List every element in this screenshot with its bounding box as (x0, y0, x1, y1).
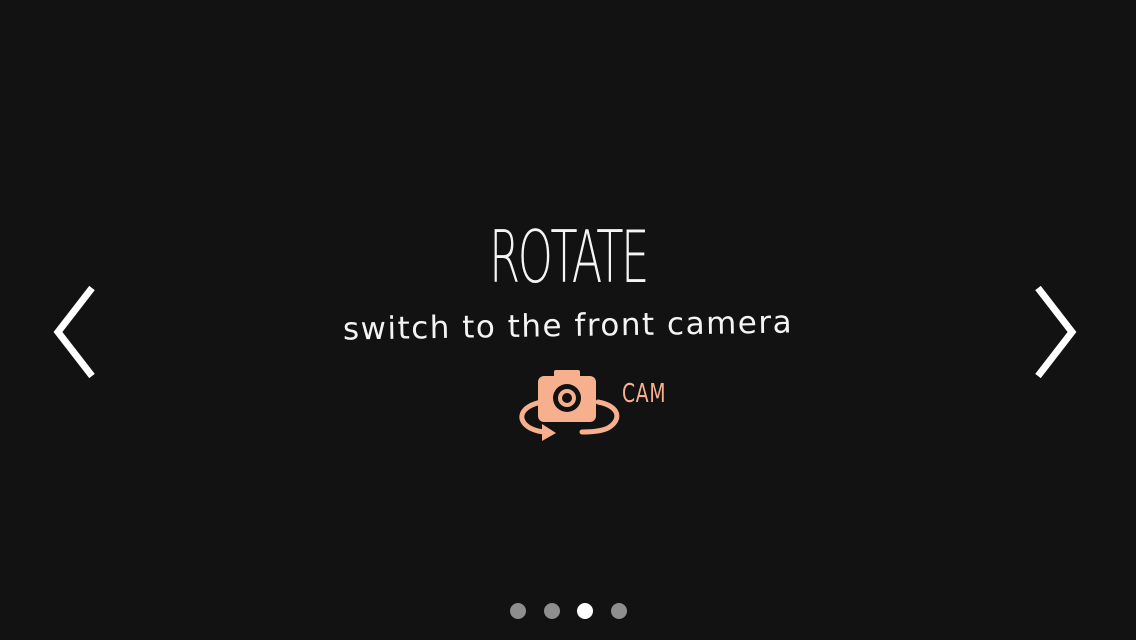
page-dot-3[interactable] (577, 603, 593, 619)
cam-label: CAM (622, 379, 667, 409)
slide-title: ROTATE (489, 215, 649, 299)
slide-subtitle: switch to the front camera (342, 304, 794, 348)
page-indicator (508, 603, 638, 621)
page-dot-4[interactable] (611, 603, 627, 619)
page-dot-2[interactable] (544, 603, 560, 619)
page-dot-1[interactable] (510, 603, 526, 619)
chevron-left-icon (53, 285, 95, 379)
previous-slide-button[interactable] (52, 284, 96, 380)
onboarding-screen: { "slide": { "title": "ROTATE", "subtitl… (0, 0, 1136, 640)
next-slide-button[interactable] (1034, 284, 1078, 380)
chevron-right-icon (1035, 285, 1077, 379)
